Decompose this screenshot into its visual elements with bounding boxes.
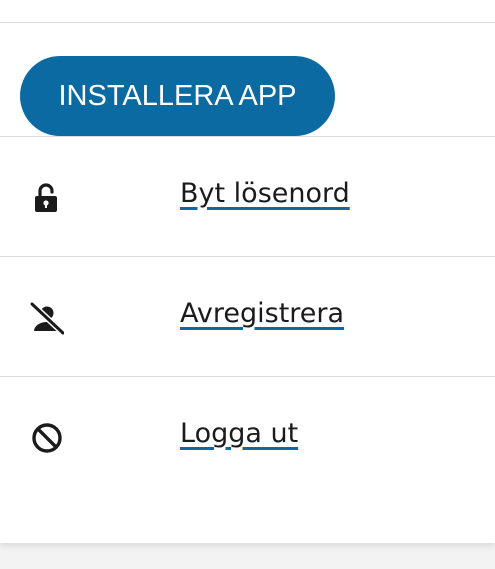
divider bbox=[0, 22, 495, 23]
menu-item-unregister[interactable]: Avregistrera bbox=[0, 256, 495, 376]
user-slash-icon bbox=[30, 301, 64, 335]
menu-item-label[interactable]: Avregistrera bbox=[180, 298, 344, 329]
menu-item-label[interactable]: Logga ut bbox=[180, 418, 298, 449]
unlocked-padlock-icon bbox=[30, 181, 64, 215]
install-app-button[interactable]: INSTALLERA APP bbox=[20, 56, 335, 136]
menu-item-change-password[interactable]: Byt lösenord bbox=[0, 136, 495, 256]
menu-item-label[interactable]: Byt lösenord bbox=[180, 178, 350, 209]
account-menu-panel: INSTALLERA APP Byt lösenord Avregistrera bbox=[0, 0, 495, 543]
menu-item-log-out[interactable]: Logga ut bbox=[0, 376, 495, 496]
no-entry-icon bbox=[30, 421, 64, 455]
